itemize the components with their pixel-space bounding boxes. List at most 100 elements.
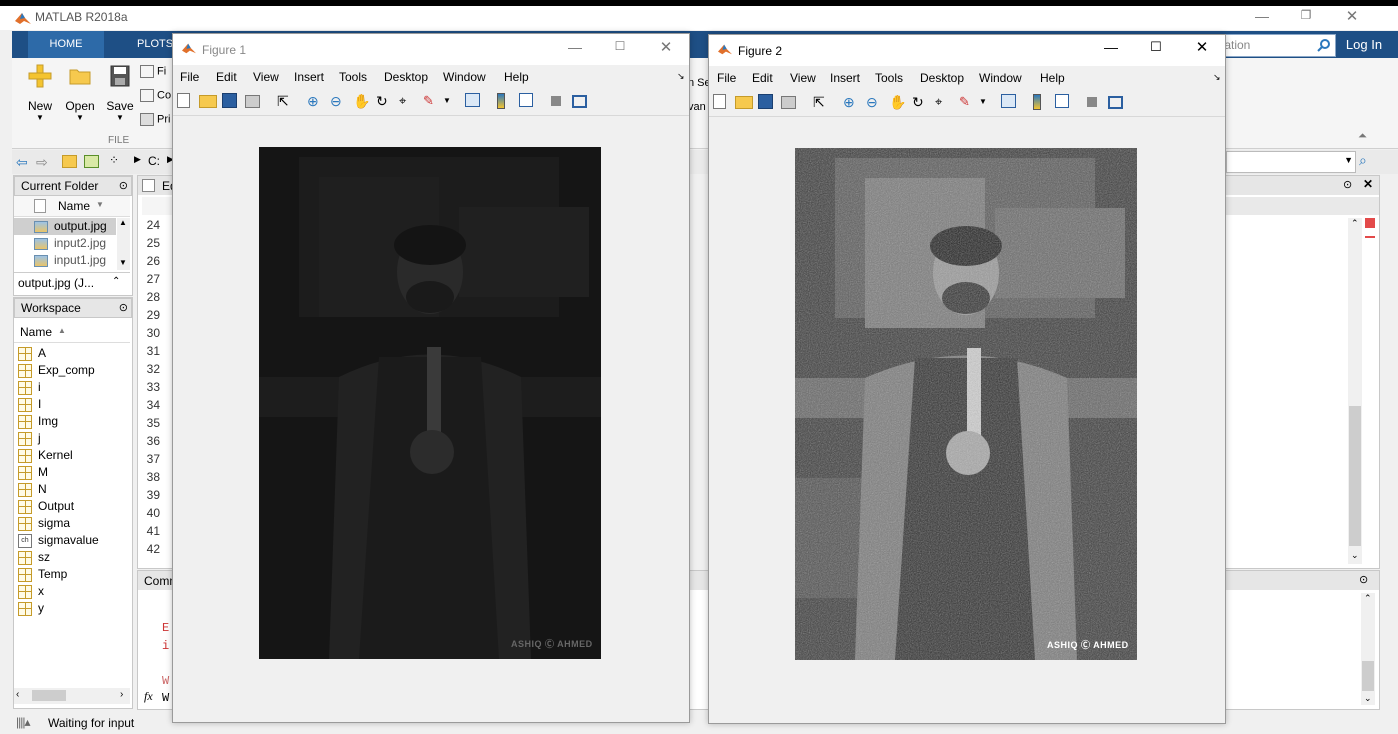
edit-plot-arrow-icon[interactable]: ⇱ <box>277 93 293 109</box>
search-documentation-input[interactable]: tation <box>1212 34 1336 57</box>
menu-help[interactable]: Help <box>504 70 529 84</box>
command-vscrollbar[interactable]: ⌃ ⌄ <box>1361 593 1375 705</box>
workspace-variable[interactable]: Temp <box>14 566 130 583</box>
workspace-variable[interactable]: sz <box>14 549 130 566</box>
workspace-variable[interactable]: I <box>14 396 130 413</box>
menu-insert[interactable]: Insert <box>294 70 324 84</box>
login-button[interactable]: Log In <box>1338 31 1390 58</box>
brush-icon[interactable]: ✎ <box>423 93 439 109</box>
restore-button[interactable]: ❐ <box>1291 8 1321 22</box>
file-row[interactable]: output.jpg <box>14 218 116 235</box>
link-plot-icon[interactable] <box>1001 94 1016 108</box>
close-button[interactable]: ✕ <box>1337 7 1367 25</box>
menu-insert[interactable]: Insert <box>830 71 860 85</box>
menu-desktop[interactable]: Desktop <box>920 71 964 85</box>
panel-menu-icon[interactable]: ⊙ <box>119 177 128 195</box>
name-column-header[interactable]: Name <box>20 325 52 339</box>
print-button[interactable]: Pri <box>140 113 170 126</box>
menu-file[interactable]: File <box>717 71 736 85</box>
figure-2-image-axes[interactable]: ASHIQ Ⓒ AHMED <box>795 148 1137 660</box>
fx-icon[interactable]: fx <box>144 689 153 704</box>
chevron-down-icon[interactable]: ▼ <box>443 96 459 112</box>
browse-folder-icon[interactable] <box>84 155 99 168</box>
workspace-variable[interactable]: sigma <box>14 515 130 532</box>
scroll-down-icon[interactable]: ⌄ <box>1364 693 1372 704</box>
workspace-variable[interactable]: ch sigmavalue <box>14 532 130 549</box>
scrollbar-thumb[interactable] <box>1349 406 1361 546</box>
file-list-scrollbar[interactable]: ▲ ▼ <box>117 218 130 270</box>
workspace-variable[interactable]: i <box>14 379 130 396</box>
pan-hand-icon[interactable]: ✋ <box>889 94 906 110</box>
link-plot-icon[interactable] <box>465 93 480 107</box>
hide-plot-tools-icon[interactable] <box>1087 97 1097 107</box>
minimize-button[interactable]: — <box>1247 8 1277 24</box>
print-figure-icon[interactable] <box>781 96 796 109</box>
dock-arrow-icon[interactable]: ↘ <box>677 71 685 82</box>
save-figure-icon[interactable] <box>222 93 237 108</box>
error-marker[interactable] <box>1365 236 1375 238</box>
legend-icon[interactable] <box>519 93 533 107</box>
workspace-variable[interactable]: Kernel <box>14 447 130 464</box>
path-segment[interactable]: C: <box>148 154 160 168</box>
panel-menu-icon[interactable]: ⊙ <box>1359 573 1368 586</box>
scroll-left-icon[interactable]: ‹ <box>16 689 19 700</box>
forward-arrow-icon[interactable]: ⇨ <box>36 154 48 171</box>
menu-window[interactable]: Window <box>443 70 486 84</box>
scroll-down-icon[interactable]: ▼ <box>119 258 127 267</box>
figure-1-image-axes[interactable]: ASHIQ Ⓒ AHMED <box>259 147 601 659</box>
panel-menu-icon[interactable]: ⊙ <box>1343 178 1352 191</box>
close-button[interactable]: ✕ <box>651 38 681 56</box>
file-row[interactable]: input1.jpg <box>14 252 116 269</box>
menu-file[interactable]: File <box>180 70 199 84</box>
collapse-ribbon-icon[interactable]: ⏶ <box>1358 130 1367 143</box>
zoom-in-icon[interactable]: ⊕ <box>843 94 859 110</box>
workspace-variable[interactable]: M <box>14 464 130 481</box>
open-file-icon[interactable] <box>199 95 217 108</box>
zoom-in-icon[interactable]: ⊕ <box>307 93 323 109</box>
pan-hand-icon[interactable]: ✋ <box>353 93 370 109</box>
compare-button[interactable]: Co <box>140 89 171 102</box>
menu-edit[interactable]: Edit <box>752 71 773 85</box>
show-plot-tools-icon[interactable] <box>1108 96 1123 109</box>
maximize-button[interactable]: ☐ <box>1141 39 1171 55</box>
show-plot-tools-icon[interactable] <box>572 95 587 108</box>
file-row[interactable]: input2.jpg <box>14 235 116 252</box>
data-cursor-icon[interactable]: ⌖ <box>399 93 415 109</box>
maximize-button[interactable]: ☐ <box>605 39 635 53</box>
workspace-variable[interactable]: y <box>14 600 130 617</box>
editor-vscrollbar[interactable]: ⌃ ⌄ <box>1348 218 1362 564</box>
scroll-up-icon[interactable]: ⌃ <box>1364 593 1372 604</box>
workspace-hscrollbar[interactable]: ‹ › <box>14 688 130 704</box>
panel-menu-icon[interactable]: ⊙ <box>119 299 128 317</box>
menu-tools[interactable]: Tools <box>339 70 367 84</box>
search-folder-icon[interactable]: ⌕ <box>1359 152 1367 169</box>
scroll-up-icon[interactable]: ▲ <box>119 218 127 227</box>
scroll-down-icon[interactable]: ⌄ <box>1351 550 1359 561</box>
workspace-variable[interactable]: x <box>14 583 130 600</box>
workspace-variable[interactable]: Output <box>14 498 130 515</box>
open-file-icon[interactable] <box>735 96 753 109</box>
colorbar-icon[interactable] <box>497 93 505 109</box>
open-button[interactable]: Open ▼ <box>58 64 102 122</box>
data-cursor-icon[interactable]: ⌖ <box>935 94 951 110</box>
scroll-right-icon[interactable]: › <box>120 689 123 700</box>
rotate-3d-icon[interactable]: ↻ <box>912 94 928 110</box>
menu-desktop[interactable]: Desktop <box>384 70 428 84</box>
workspace-variable[interactable]: j <box>14 430 130 447</box>
edit-plot-arrow-icon[interactable]: ⇱ <box>813 94 829 110</box>
menu-view[interactable]: View <box>790 71 816 85</box>
new-button[interactable]: New ▼ <box>18 64 62 122</box>
name-column-header[interactable]: Name <box>58 199 90 213</box>
new-figure-icon[interactable] <box>177 93 190 108</box>
up-folder-icon[interactable] <box>62 155 77 168</box>
find-files-button[interactable]: Fi <box>140 65 166 78</box>
minimize-button[interactable]: — <box>1096 39 1126 55</box>
new-figure-icon[interactable] <box>713 94 726 109</box>
error-indicator-icon[interactable] <box>1365 218 1375 228</box>
menu-edit[interactable]: Edit <box>216 70 237 84</box>
rotate-3d-icon[interactable]: ↻ <box>376 93 392 109</box>
file-details-bar[interactable]: output.jpg (J... ⌃ <box>14 272 130 294</box>
colorbar-icon[interactable] <box>1033 94 1041 110</box>
legend-icon[interactable] <box>1055 94 1069 108</box>
menu-window[interactable]: Window <box>979 71 1022 85</box>
